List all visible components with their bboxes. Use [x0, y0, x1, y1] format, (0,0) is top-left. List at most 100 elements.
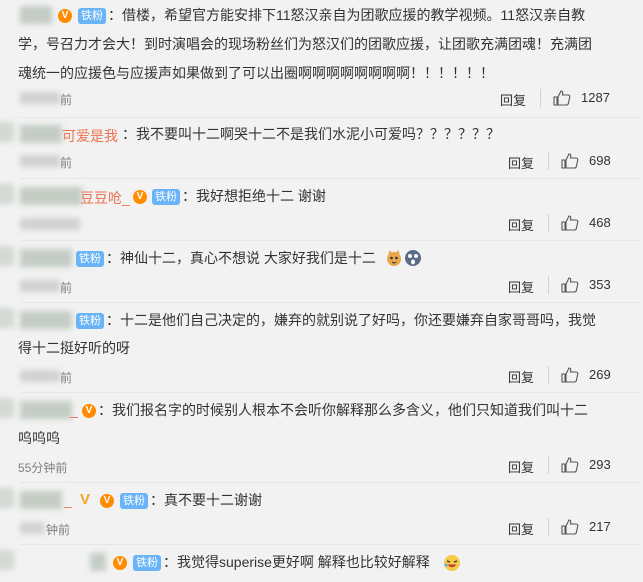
action-divider: [548, 214, 549, 232]
thumbs-up-icon[interactable]: [561, 153, 579, 169]
like-count: 269: [589, 367, 611, 382]
avatar-blurred[interactable]: [0, 550, 14, 570]
username-blurred[interactable]: [20, 249, 72, 267]
like-count: 698: [589, 153, 611, 168]
reply-button[interactable]: 回复: [508, 367, 534, 386]
username[interactable]: _: [64, 492, 72, 508]
comment-text-line: ：我不要叫十二啊哭十二不是我们水泥小可爱吗？？？？？？: [122, 126, 500, 142]
shocked-emoji-icon: [405, 250, 421, 266]
thumbs-up-icon[interactable]: [561, 215, 579, 231]
action-divider: [548, 518, 549, 536]
thumbs-up-icon[interactable]: [561, 457, 579, 473]
comment-text-line: ：十二是他们自己决定的，嫌弃的就别说了好吗，你还要嫌弃自家哥哥吗，我觉: [106, 312, 596, 328]
cat-emoji-icon: [387, 250, 401, 266]
comment-text-line: 呜呜呜: [18, 430, 60, 446]
comment-item: 豆豆呛_ V 铁粉 ：我好想拒绝十二 谢谢 回复 468: [0, 180, 643, 238]
divider: [20, 544, 640, 545]
timestamp: 前: [60, 281, 73, 295]
timestamp: 前: [60, 93, 73, 107]
vip-badge-icon: V: [113, 556, 127, 570]
fan-badge[interactable]: 铁粉: [120, 493, 148, 509]
action-divider: [548, 276, 549, 294]
comment-item: _ V V 铁粉 ：真不要十二谢谢 钟前 回复 217: [0, 484, 643, 542]
v-verified-icon: V: [80, 491, 91, 508]
avatar-blurred[interactable]: [0, 122, 14, 142]
avatar-blurred[interactable]: [0, 184, 14, 204]
comment-text-line: ：我觉得superise更好啊 解释也比较好解释: [163, 554, 430, 570]
reply-button[interactable]: 回复: [500, 90, 526, 109]
avatar-blurred[interactable]: [0, 308, 14, 328]
timestamp: 前: [60, 156, 73, 170]
thumbs-up-icon[interactable]: [553, 90, 571, 106]
like-count: 353: [589, 277, 611, 292]
comment-text-line: 得十二挺好听的呀: [18, 340, 130, 356]
vip-badge-icon: V: [133, 190, 147, 204]
action-divider: [548, 456, 549, 474]
comment-item: 可爱是我 ：我不要叫十二啊哭十二不是我们水泥小可爱吗？？？？？？ 前 回复 69…: [0, 118, 643, 176]
comment-item: _ V ：我们报名字的时候别人根本不会听你解释那么多含义，他们只知道我们叫十二 …: [0, 394, 643, 480]
like-count: 1287: [581, 90, 610, 105]
username-blurred[interactable]: [20, 401, 72, 419]
comment-item: V 铁粉 ：我觉得superise更好啊 解释也比较好解释: [0, 546, 643, 582]
comment-item: V 铁粉 ：借楼，希望官方能安排下11怒汉亲自为团歌应援的教学视频。11怒汉亲自…: [0, 0, 643, 115]
username-blurred[interactable]: [20, 491, 62, 509]
reply-button[interactable]: 回复: [508, 519, 534, 538]
vip-badge-icon: V: [58, 9, 72, 23]
comment-text-line: ：真不要十二谢谢: [150, 492, 262, 508]
comment-item: 铁粉 ：神仙十二，真心不想说 大家好我们是十二 前 回复 353: [0, 242, 643, 300]
like-count: 468: [589, 215, 611, 230]
comment-text-line: ：我好想拒绝十二 谢谢: [182, 188, 326, 204]
divider: [20, 302, 640, 303]
timestamp-blurred: [20, 522, 44, 534]
divider: [20, 392, 640, 393]
avatar-blurred[interactable]: [0, 398, 14, 418]
reply-button[interactable]: 回复: [508, 277, 534, 296]
timestamp-blurred: [20, 370, 60, 382]
thumbs-up-icon[interactable]: [561, 367, 579, 383]
comment-text-line: ：神仙十二，真心不想说 大家好我们是十二: [106, 250, 376, 266]
comment-text-line: ：借楼，希望官方能安排下11怒汉亲自为团歌应援的教学视频。11怒汉亲自教: [108, 7, 586, 23]
like-count: 217: [589, 519, 611, 534]
fan-badge[interactable]: 铁粉: [76, 251, 104, 267]
reply-button[interactable]: 回复: [508, 215, 534, 234]
vip-badge-icon: V: [82, 404, 96, 418]
fan-badge[interactable]: 铁粉: [76, 313, 104, 329]
username[interactable]: 可爱是我: [62, 126, 118, 146]
like-count: 293: [589, 457, 611, 472]
username-blurred[interactable]: [20, 6, 52, 24]
username-suffix[interactable]: _: [70, 402, 78, 418]
username-blurred[interactable]: [20, 187, 82, 205]
timestamp-blurred: [20, 155, 60, 167]
timestamp: 钟前: [46, 523, 71, 537]
comment-text-line: 魂统一的应援色与应援声如果做到了可以出圈啊啊啊啊啊啊啊啊！！！！！！: [18, 65, 494, 81]
comment-text-line: 学，号召力才会大！到时演唱会的现场粉丝们为怒汉们的团歌应援，让团歌充满团魂！充满…: [18, 36, 592, 52]
action-divider: [548, 366, 549, 384]
reply-button[interactable]: 回复: [508, 153, 534, 172]
fan-badge[interactable]: 铁粉: [152, 189, 180, 205]
timestamp-blurred: [20, 280, 60, 292]
timestamp-blurred: [20, 218, 80, 230]
username[interactable]: 豆豆呛_: [80, 188, 130, 208]
action-divider: [548, 152, 549, 170]
avatar-blurred[interactable]: [0, 488, 14, 508]
comment-item: 铁粉 ：十二是他们自己决定的，嫌弃的就别说了好吗，你还要嫌弃自家哥哥吗，我觉 得…: [0, 304, 643, 390]
timestamp-blurred: [20, 92, 60, 104]
username-blurred[interactable]: [90, 553, 106, 571]
fan-badge[interactable]: 铁粉: [133, 555, 161, 571]
divider: [20, 482, 640, 483]
username-blurred[interactable]: [20, 311, 72, 329]
vip-badge-icon: V: [100, 494, 114, 508]
timestamp: 前: [60, 371, 73, 385]
fan-badge[interactable]: 铁粉: [78, 8, 106, 24]
action-divider: [540, 89, 541, 107]
reply-button[interactable]: 回复: [508, 457, 534, 476]
thumbs-up-icon[interactable]: [561, 519, 579, 535]
thumbs-up-icon[interactable]: [561, 277, 579, 293]
divider: [20, 178, 640, 179]
divider: [20, 240, 640, 241]
username-blurred[interactable]: [20, 125, 62, 143]
comment-text-line: ：我们报名字的时候别人根本不会听你解释那么多含义，他们只知道我们叫十二: [98, 402, 588, 418]
laughing-emoji-icon: [444, 555, 460, 571]
timestamp: 55分钟前: [18, 461, 68, 475]
avatar-blurred[interactable]: [0, 246, 14, 266]
